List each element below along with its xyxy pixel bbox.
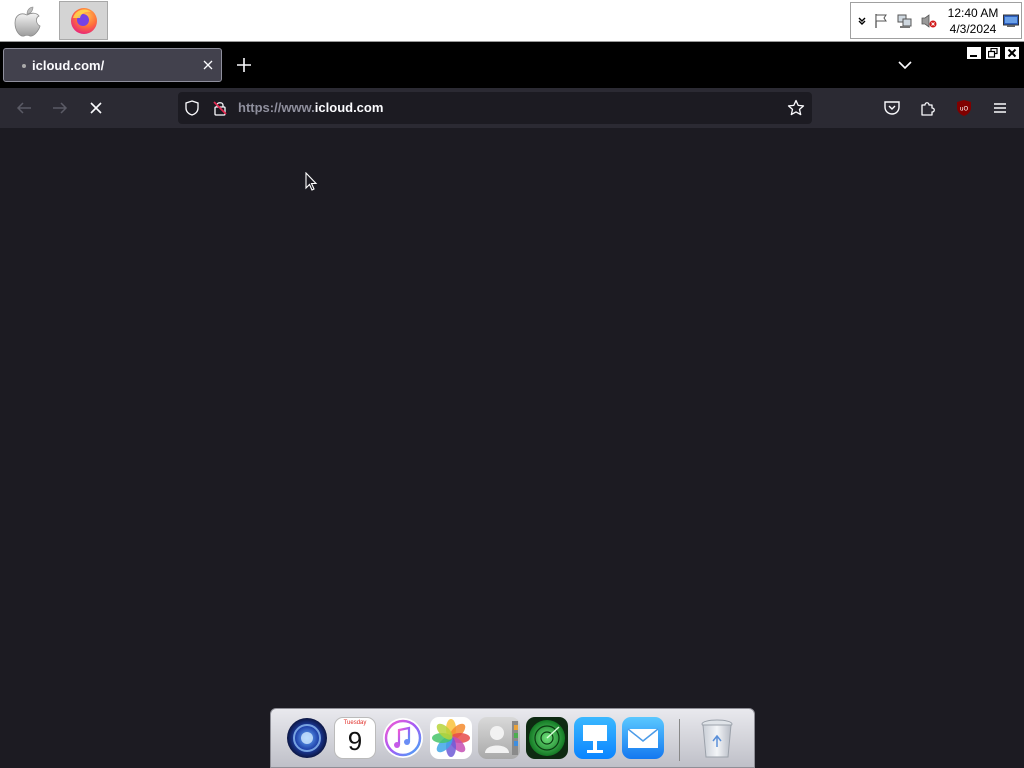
list-all-tabs-button[interactable] bbox=[895, 55, 915, 75]
siri-icon[interactable] bbox=[286, 717, 328, 759]
photos-icon[interactable] bbox=[430, 717, 472, 759]
ublock-origin-icon: uO bbox=[957, 100, 971, 116]
apple-menu-button[interactable] bbox=[4, 2, 50, 40]
calendar-day: 9 bbox=[347, 726, 363, 756]
svg-text:uO: uO bbox=[960, 106, 969, 113]
tab-close-icon[interactable] bbox=[200, 57, 216, 73]
tab-title: icloud.com/ bbox=[32, 58, 105, 73]
chevron-down-icon[interactable] bbox=[853, 12, 871, 30]
system-tray: 12:40 AM 4/3/2024 bbox=[850, 2, 1022, 39]
display-icon[interactable] bbox=[1002, 12, 1020, 30]
app-dock: Tuesday 9 bbox=[270, 708, 755, 768]
tab-icloud[interactable]: icloud.com/ bbox=[3, 48, 222, 82]
firefox-icon bbox=[70, 7, 97, 34]
clock-time: 12:40 AM bbox=[947, 6, 999, 20]
minimize-button[interactable] bbox=[966, 46, 982, 60]
minimize-icon bbox=[970, 55, 977, 57]
volume-muted-icon[interactable] bbox=[920, 12, 938, 30]
flag-icon[interactable] bbox=[872, 12, 890, 30]
lock-warning-icon[interactable] bbox=[210, 98, 230, 118]
tracking-protection-shield-icon[interactable] bbox=[182, 98, 202, 118]
bookmark-star-button[interactable] bbox=[786, 98, 806, 118]
tab-loading-indicator bbox=[22, 64, 26, 68]
url-prefix: https://www. bbox=[238, 100, 315, 115]
close-window-button[interactable] bbox=[1004, 46, 1020, 60]
mail-icon[interactable] bbox=[622, 717, 664, 759]
browser-tab-strip: icloud.com/ bbox=[0, 42, 1024, 88]
url-bar[interactable]: https://www.icloud.com bbox=[178, 92, 812, 124]
back-button[interactable] bbox=[14, 98, 34, 118]
network-icon[interactable] bbox=[896, 12, 914, 30]
trash-icon[interactable] bbox=[696, 717, 738, 759]
keynote-icon[interactable] bbox=[574, 717, 616, 759]
arrow-left-icon bbox=[16, 102, 31, 114]
apple-logo-icon bbox=[14, 6, 41, 37]
url-text[interactable]: https://www.icloud.com bbox=[238, 100, 383, 115]
restore-button[interactable] bbox=[985, 46, 1001, 60]
chevron-down-icon bbox=[898, 61, 912, 70]
page-content-area[interactable] bbox=[0, 128, 1024, 768]
url-host: icloud.com bbox=[314, 100, 384, 115]
forward-button[interactable] bbox=[50, 98, 70, 118]
os-taskbar: 12:40 AM 4/3/2024 bbox=[0, 0, 1024, 42]
pocket-button[interactable] bbox=[882, 98, 902, 118]
contacts-icon[interactable] bbox=[478, 717, 520, 759]
close-icon bbox=[1007, 48, 1017, 58]
ublock-origin-button[interactable]: uO bbox=[954, 98, 974, 118]
hamburger-menu-icon bbox=[994, 103, 1006, 113]
calendar-icon[interactable]: Tuesday 9 bbox=[334, 717, 376, 759]
mouse-cursor-icon bbox=[305, 172, 318, 191]
firefox-taskbar-button[interactable] bbox=[59, 1, 108, 40]
find-my-icon[interactable] bbox=[526, 717, 568, 759]
new-tab-button[interactable] bbox=[234, 55, 254, 75]
restore-icon bbox=[988, 48, 998, 58]
itunes-icon[interactable] bbox=[382, 717, 424, 759]
puzzle-piece-icon bbox=[921, 102, 935, 116]
app-menu-button[interactable] bbox=[990, 98, 1010, 118]
star-icon bbox=[787, 99, 805, 116]
extensions-button[interactable] bbox=[918, 98, 938, 118]
navigation-toolbar: https://www.icloud.com uO bbox=[0, 88, 1024, 128]
clock-date: 4/3/2024 bbox=[949, 22, 997, 36]
stop-loading-button[interactable] bbox=[86, 98, 106, 118]
arrow-right-icon bbox=[53, 102, 68, 114]
close-icon bbox=[90, 102, 102, 114]
pocket-icon bbox=[884, 101, 900, 115]
dock-separator bbox=[679, 719, 680, 761]
plus-icon bbox=[237, 58, 251, 72]
